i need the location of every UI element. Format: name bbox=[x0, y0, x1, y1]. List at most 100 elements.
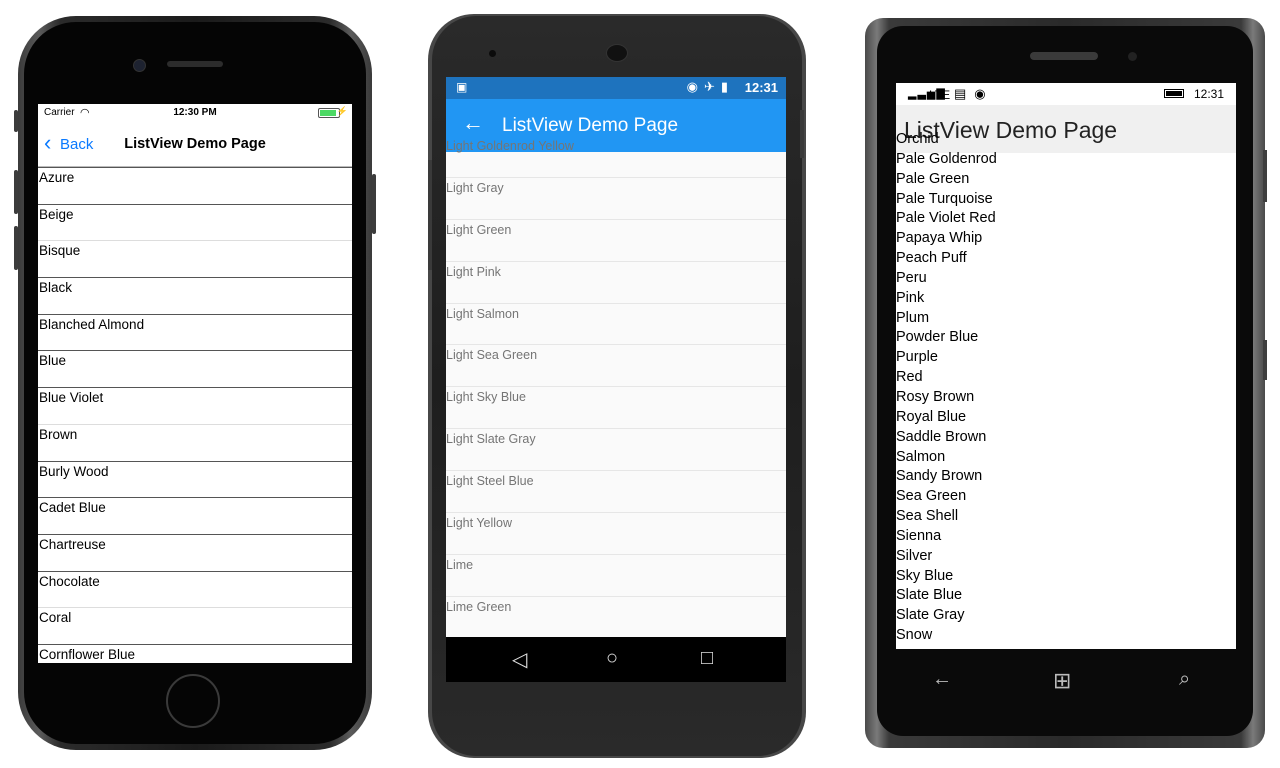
winphone-list-row[interactable]: Slate Blue bbox=[896, 587, 1236, 607]
android-page-title: ListView Demo Page bbox=[502, 115, 679, 136]
android-list-row-label: Light Yellow bbox=[446, 516, 513, 531]
ios-list-row-label: Cornflower Blue bbox=[39, 646, 136, 662]
ios-list-row[interactable]: Coral bbox=[38, 607, 352, 644]
back-arrow-icon[interactable]: ← bbox=[932, 668, 952, 691]
winphone-list-row[interactable]: Silver bbox=[896, 548, 1236, 568]
ios-list-row-label: Chocolate bbox=[39, 573, 100, 589]
android-list-row[interactable]: Light Sky Blue bbox=[446, 387, 786, 430]
search-icon[interactable]: ⌕ bbox=[1179, 668, 1190, 691]
winphone-list-row[interactable]: Purple bbox=[896, 349, 1236, 369]
android-list-row[interactable]: Light Gray bbox=[446, 178, 786, 220]
ios-list-row[interactable]: Azure bbox=[38, 167, 352, 204]
android-screen: ▣ ◉✈▮ 12:31 ← ListView Demo Page Light G… bbox=[446, 77, 786, 682]
ios-list-row-label: Coral bbox=[39, 610, 72, 626]
back-triangle-icon[interactable]: ◁ bbox=[512, 647, 527, 672]
android-list-row-label: Light Salmon bbox=[446, 306, 519, 321]
winphone-list-row[interactable]: Saddle Brown bbox=[896, 429, 1236, 449]
ios-list-row-label: Cadet Blue bbox=[39, 500, 106, 516]
ios-screen: Carrier ◠ 12:30 PM ⚡ ‹ Back ListView Dem… bbox=[38, 104, 352, 663]
ios-list-row-label: Beige bbox=[39, 206, 74, 222]
ios-list-row[interactable]: Brown bbox=[38, 423, 352, 461]
android-list-row-label: Light Goldenrod Yellow bbox=[446, 139, 574, 153]
winphone-list-row[interactable]: Royal Blue bbox=[896, 409, 1236, 429]
winphone-list-row[interactable]: Peach Puff bbox=[896, 250, 1236, 270]
android-list-row[interactable]: Light Salmon bbox=[446, 304, 786, 346]
winphone-status-time: 12:31 bbox=[1193, 87, 1224, 101]
iphone-power-button bbox=[372, 174, 376, 234]
winphone-network-label: LTE bbox=[929, 88, 951, 102]
android-navigation-bar: ◁ ○ □ bbox=[446, 637, 786, 682]
winphone-list-row[interactable]: Sienna bbox=[896, 528, 1236, 548]
android-list-row[interactable]: Light Pink bbox=[446, 262, 786, 304]
windows-logo-icon[interactable]: ⊞ bbox=[1053, 668, 1071, 694]
winphone-list-row[interactable]: Rosy Brown bbox=[896, 389, 1236, 409]
winphone-list-row[interactable]: Orchid bbox=[896, 131, 1236, 151]
winphone-list-row[interactable]: Papaya Whip bbox=[896, 230, 1236, 250]
ios-list-row[interactable]: Cornflower Blue bbox=[38, 643, 352, 663]
ios-list-row-label: Burly Wood bbox=[39, 463, 109, 479]
ios-list-row[interactable]: Burly Wood bbox=[38, 460, 352, 498]
ios-list-row[interactable]: Bisque bbox=[38, 240, 352, 277]
ios-list-row[interactable]: Beige bbox=[38, 203, 352, 241]
home-circle-icon[interactable]: ○ bbox=[606, 647, 618, 670]
android-list-row[interactable]: Light Goldenrod Yellow bbox=[446, 136, 786, 178]
android-list-row-label: Light Slate Gray bbox=[446, 432, 536, 447]
ios-list-row-label: Black bbox=[39, 280, 73, 296]
android-list-row[interactable]: Light Sea Green bbox=[446, 345, 786, 388]
winphone-list-row[interactable]: Sky Blue bbox=[896, 568, 1236, 588]
winphone-list-row[interactable]: Peru bbox=[896, 270, 1236, 290]
winphone-status-bar: ▂▃▅▇ LTE ▤◉ 12:31 bbox=[896, 83, 1236, 105]
ios-list-row[interactable]: Black bbox=[38, 277, 352, 314]
winphone-list-row[interactable]: Pale Turquoise bbox=[896, 191, 1236, 211]
arrow-left-icon[interactable]: ← bbox=[462, 112, 484, 134]
android-list-row-label: Lime Green bbox=[446, 599, 512, 614]
android-power-button bbox=[800, 110, 804, 158]
winphone-screen: ▂▃▅▇ LTE ▤◉ 12:31 ListView Demo Page Orc… bbox=[896, 83, 1236, 649]
winphone-list-row[interactable]: Pink bbox=[896, 290, 1236, 310]
android-list-row[interactable]: Lime bbox=[446, 555, 786, 597]
winphone-list-row[interactable]: Pale Violet Red bbox=[896, 210, 1236, 230]
winphone-list-row[interactable]: Salmon bbox=[896, 449, 1236, 469]
android-list-row-label: Light Gray bbox=[446, 180, 504, 195]
ios-list-view[interactable]: Azure Beige Bisque Black Blanched Almond Blue… bbox=[38, 167, 352, 663]
ios-list-row[interactable]: Chartreuse bbox=[38, 533, 352, 571]
android-status-bar: ▣ ◉✈▮ 12:31 bbox=[446, 77, 786, 99]
iphone-speaker bbox=[167, 61, 223, 67]
ios-list-row[interactable]: Blue Violet bbox=[38, 387, 352, 424]
winphone-list-row[interactable]: Pale Green bbox=[896, 171, 1236, 191]
ios-list-row[interactable]: Blanched Almond bbox=[38, 313, 352, 351]
winphone-list-row[interactable]: Sandy Brown bbox=[896, 468, 1236, 488]
ios-list-row-label: Blanched Almond bbox=[39, 316, 145, 332]
android-list-row-label: Light Green bbox=[446, 222, 512, 237]
winphone-list-view[interactable]: Orchid Pale Goldenrod Pale Green Pale Turqu… bbox=[896, 131, 1236, 647]
winphone-list-row[interactable]: Red bbox=[896, 369, 1236, 389]
ios-list-row[interactable]: Cadet Blue bbox=[38, 497, 352, 534]
iphone-home-button[interactable] bbox=[166, 674, 220, 728]
android-list-row[interactable]: Light Green bbox=[446, 220, 786, 262]
ios-list-row[interactable]: Chocolate bbox=[38, 570, 352, 608]
charging-icon: ⚡ bbox=[336, 106, 348, 116]
ios-list-row[interactable]: Blue bbox=[38, 350, 352, 387]
iphone-volume-down bbox=[14, 226, 18, 270]
android-list-row[interactable]: Light Yellow bbox=[446, 513, 786, 555]
android-speaker bbox=[606, 44, 628, 62]
winphone-volume-button bbox=[1263, 150, 1267, 202]
android-list-row[interactable]: Light Steel Blue bbox=[446, 471, 786, 514]
winphone-list-row[interactable]: Snow bbox=[896, 627, 1236, 647]
iphone-volume-up bbox=[14, 170, 18, 214]
winphone-list-row[interactable]: Slate Gray bbox=[896, 607, 1236, 627]
android-list-row[interactable]: Lime Green bbox=[446, 597, 786, 639]
winphone-list-row[interactable]: Sea Shell bbox=[896, 508, 1236, 528]
android-list-view[interactable]: Light Goldenrod Yellow Light Gray Light Gr… bbox=[446, 139, 786, 639]
recents-square-icon[interactable]: □ bbox=[701, 647, 713, 670]
android-list-row-label: Light Sky Blue bbox=[446, 390, 526, 405]
ios-list-row-label: Blue bbox=[39, 353, 67, 369]
android-list-row-label: Light Sea Green bbox=[446, 348, 538, 363]
winphone-list-row[interactable]: Powder Blue bbox=[896, 329, 1236, 349]
winphone-list-row[interactable]: Plum bbox=[896, 310, 1236, 330]
winphone-list-row[interactable]: Sea Green bbox=[896, 488, 1236, 508]
android-list-row-label: Light Steel Blue bbox=[446, 474, 534, 489]
winphone-list-row[interactable]: Pale Goldenrod bbox=[896, 151, 1236, 171]
iphone-camera bbox=[133, 59, 146, 72]
android-list-row[interactable]: Light Slate Gray bbox=[446, 429, 786, 472]
